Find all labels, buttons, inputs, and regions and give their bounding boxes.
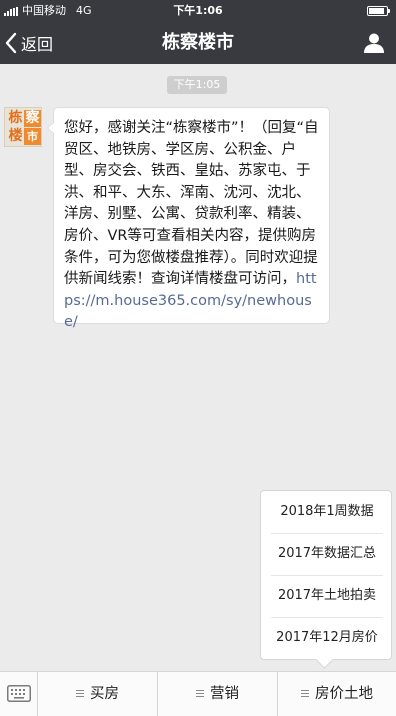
account-avatar[interactable]: 栋 察 楼 市 — [4, 107, 42, 147]
back-label: 返回 — [21, 35, 54, 54]
menu-tab-label: 房价土地 — [315, 686, 373, 702]
menu-tab-label: 买房 — [90, 686, 119, 702]
chevron-left-icon — [5, 32, 17, 54]
submenu-popup: 2018年1周数据 2017年数据汇总 2017年土地拍卖 2017年12月房价 — [260, 490, 392, 660]
submenu-item-2017-land-auction[interactable]: 2017年土地拍卖 — [271, 575, 383, 617]
menu-tab-label: 营销 — [210, 686, 239, 702]
avatar-logo-char: 栋 — [8, 110, 23, 126]
submenu-item-2017-data-summary[interactable]: 2017年数据汇总 — [271, 533, 383, 575]
menu-list-icon — [196, 690, 204, 697]
wechat-chat-screen: 中国移动 4G 下午1:06 返回 栋察楼市 下午1:05 栋 察 楼 市 您好… — [0, 0, 396, 716]
status-bar: 中国移动 4G 下午1:06 — [0, 0, 396, 22]
menu-tab-marketing[interactable]: 营销 — [158, 672, 278, 716]
menu-list-icon — [76, 690, 84, 697]
keyboard-toggle-button[interactable] — [0, 672, 38, 716]
message-bubble[interactable]: 您好，感谢关注“栋察楼市”！（回复“自贸区、地铁房、学区房、公积金、户型、房交会… — [47, 107, 330, 330]
message-timestamp: 下午1:05 — [167, 76, 227, 94]
battery-icon — [367, 6, 390, 16]
avatar-logo-char: 市 — [24, 128, 41, 145]
submenu-item-2017-dec-prices[interactable]: 2017年12月房价 — [271, 617, 383, 659]
message-text: 您好，感谢关注“栋察楼市”！（回复“自贸区、地铁房、学区房、公积金、户型、房交会… — [64, 120, 319, 288]
page-title: 栋察楼市 — [162, 32, 234, 53]
avatar-logo-char: 楼 — [8, 128, 23, 144]
submenu-item-2018-week1-data[interactable]: 2018年1周数据 — [271, 491, 383, 533]
nav-bar: 返回 栋察楼市 — [0, 22, 396, 64]
bottom-menu-bar: 买房 营销 房价土地 — [0, 671, 396, 716]
avatar-logo-char: 察 — [24, 110, 41, 127]
back-button[interactable]: 返回 — [4, 22, 53, 64]
person-icon — [364, 33, 384, 53]
battery-level — [369, 8, 385, 14]
menu-tab-buy-house[interactable]: 买房 — [38, 672, 158, 716]
status-time: 下午1:06 — [173, 4, 223, 17]
menu-list-icon — [301, 690, 309, 697]
menu-tab-price-land[interactable]: 房价土地 — [278, 672, 396, 716]
profile-button[interactable] — [362, 31, 386, 55]
keyboard-icon — [7, 685, 31, 702]
